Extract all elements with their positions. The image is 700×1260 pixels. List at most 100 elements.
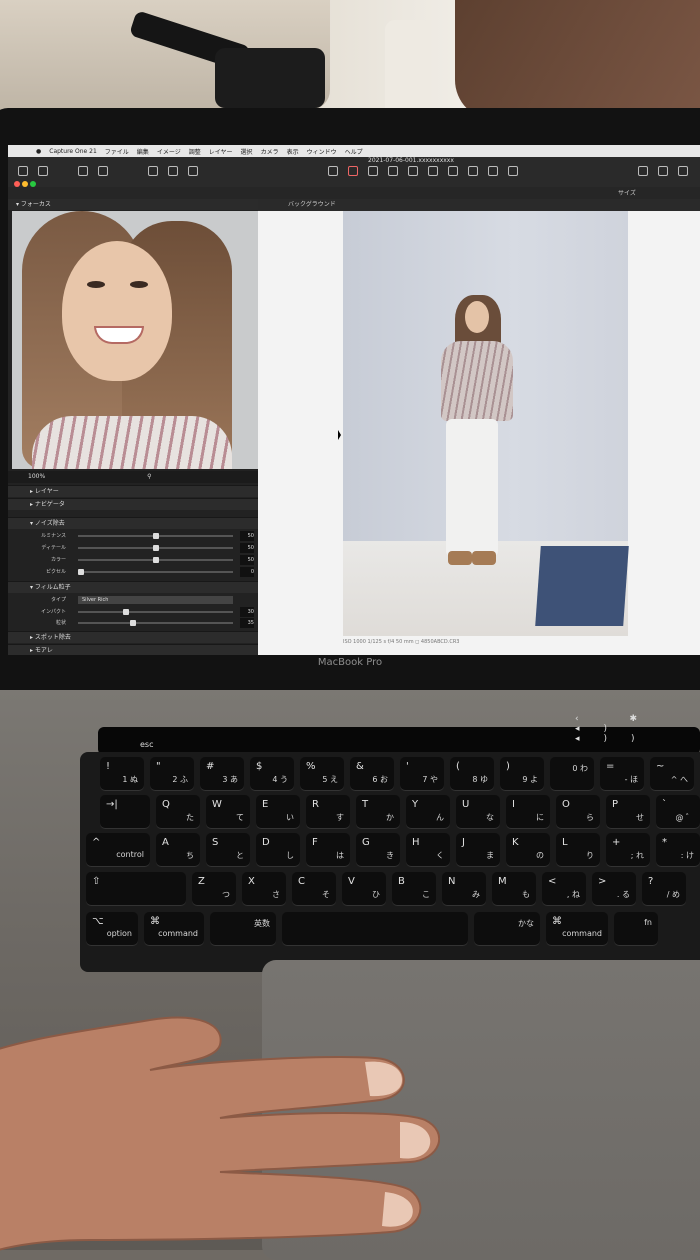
keyboard-key[interactable]: かな — [474, 912, 540, 946]
import-icon[interactable] — [18, 166, 28, 176]
keyboard-key[interactable]: Iに — [506, 795, 550, 829]
keyboard-key[interactable]: Gき — [356, 833, 400, 867]
export-icon[interactable] — [168, 166, 178, 176]
slider-value[interactable]: 50 — [240, 543, 254, 553]
keyboard-key[interactable]: Vひ — [342, 872, 386, 906]
slider-knob[interactable] — [152, 533, 159, 539]
image-viewer[interactable]: ISO 1000 1/125 s f/4 50 mm ◻ 4850ABCD.CR… — [258, 211, 700, 655]
menu-app[interactable]: Capture One 21 — [49, 148, 97, 155]
rotate-tool-icon[interactable] — [388, 166, 398, 176]
menu-image[interactable]: イメージ — [157, 147, 181, 156]
slider-value[interactable]: 35 — [240, 618, 254, 628]
keyboard-key[interactable]: Lり — [556, 833, 600, 867]
keyboard-key[interactable]: ~ ^ へ — [650, 757, 694, 791]
slider-track[interactable] — [78, 533, 233, 539]
slider-track[interactable] — [78, 620, 233, 626]
keyboard-key[interactable]: > . る — [592, 872, 636, 906]
keyboard-key[interactable]: ^ control — [86, 833, 150, 867]
redo-icon[interactable] — [98, 166, 108, 176]
warning-icon[interactable] — [678, 166, 688, 176]
keyboard-key[interactable]: 0 わ — [550, 757, 594, 791]
keyboard-key[interactable]: & 6 お — [350, 757, 394, 791]
keyboard-key[interactable]: (8 ゆ — [450, 757, 494, 791]
crop-tool-icon[interactable] — [368, 166, 378, 176]
menu-help[interactable]: ヘルプ — [345, 147, 363, 156]
keyboard-key[interactable]: < , ね — [542, 872, 586, 906]
keyboard-key[interactable]: + ; れ — [606, 833, 650, 867]
section-moire[interactable]: ▸ モアレ — [8, 644, 258, 655]
keyboard-key[interactable]: Wて — [206, 795, 250, 829]
keyboard-key[interactable]: Xさ — [242, 872, 286, 906]
brush-tool-icon[interactable] — [428, 166, 438, 176]
slider-knob[interactable] — [152, 557, 159, 563]
keyboard-key[interactable]: ⌘ command — [144, 912, 204, 946]
section-navigator[interactable]: ▸ ナビゲータ — [8, 498, 258, 510]
keyboard-key[interactable]: Nみ — [442, 872, 486, 906]
section-spot-removal[interactable]: ▸ スポット除去 — [8, 631, 258, 643]
slider-value[interactable]: 0 — [240, 567, 254, 577]
cursor-tool-icon[interactable] — [328, 166, 338, 176]
eraser-tool-icon[interactable] — [448, 166, 458, 176]
keyboard-key[interactable]: Yん — [406, 795, 450, 829]
keyboard-key[interactable]: " 2 ふ — [150, 757, 194, 791]
keyboard-key[interactable]: Tか — [356, 795, 400, 829]
undo-icon[interactable] — [78, 166, 88, 176]
keystone-tool-icon[interactable] — [408, 166, 418, 176]
keyboard-key[interactable]: →| — [100, 795, 150, 829]
menu-file[interactable]: ファイル — [105, 147, 129, 156]
film-grain-type-select[interactable]: Silver Rich — [78, 596, 233, 604]
menu-camera[interactable]: カメラ — [261, 147, 279, 156]
gradient-tool-icon[interactable] — [468, 166, 478, 176]
apple-icon[interactable]: ● — [36, 148, 41, 155]
zoom-level[interactable]: 100% — [28, 473, 45, 480]
background-label[interactable]: バックグラウンド — [288, 201, 336, 208]
keyboard-key[interactable]: Sと — [206, 833, 250, 867]
slider-value[interactable]: 50 — [240, 531, 254, 541]
keyboard-key[interactable]: Hく — [406, 833, 450, 867]
slider-knob[interactable] — [152, 545, 159, 551]
keyboard-key[interactable]: Fは — [306, 833, 350, 867]
keyboard-key[interactable]: ` @ ゛ — [656, 795, 700, 829]
keyboard-key[interactable]: ⇧ — [86, 872, 186, 906]
menu-adjust[interactable]: 調整 — [189, 147, 201, 156]
keyboard-key[interactable]: ⌘ command — [546, 912, 608, 946]
keyboard-key[interactable]: Dし — [256, 833, 300, 867]
keyboard-key[interactable]: fn — [614, 912, 658, 946]
magnifier-icon[interactable]: ⚲ — [147, 473, 151, 480]
focus-section-header[interactable]: ▾ フォーカス — [8, 199, 258, 210]
picker-tool-icon[interactable] — [488, 166, 498, 176]
keyboard-key[interactable]: Qた — [156, 795, 200, 829]
grid-view-icon[interactable] — [638, 166, 648, 176]
menu-view[interactable]: 表示 — [287, 147, 299, 156]
slider-value[interactable]: 50 — [240, 555, 254, 565]
keyboard-key[interactable]: #3 あ — [200, 757, 244, 791]
slider-knob[interactable] — [78, 569, 84, 575]
keyboard-key[interactable]: ? / め — [642, 872, 686, 906]
keyboard-key[interactable]: $4 う — [250, 757, 294, 791]
pan-tool-icon[interactable] — [348, 166, 358, 176]
slider-track[interactable] — [78, 557, 233, 563]
keyboard-key[interactable]: Aち — [156, 833, 200, 867]
section-film-grain[interactable]: ▾ フィルム粒子 — [8, 581, 258, 593]
esc-key[interactable]: esc — [140, 740, 154, 749]
menu-select[interactable]: 選択 — [241, 147, 253, 156]
keyboard-key[interactable]: ' 7 や — [400, 757, 444, 791]
keyboard-key[interactable]: ) 9 よ — [500, 757, 544, 791]
menu-layer[interactable]: レイヤー — [209, 147, 233, 156]
keyboard-key[interactable]: Cそ — [292, 872, 336, 906]
keyboard-key[interactable]: % 5 え — [300, 757, 344, 791]
menu-edit[interactable]: 編集 — [137, 147, 149, 156]
slider-track[interactable] — [78, 569, 233, 575]
keyboard-key[interactable]: Eい — [256, 795, 300, 829]
keyboard-key[interactable]: 英数 — [210, 912, 276, 946]
keyboard-key[interactable]: ⌥ option — [86, 912, 138, 946]
keyboard-key[interactable]: Uな — [456, 795, 500, 829]
menu-window[interactable]: ウィンドウ — [307, 147, 337, 156]
keyboard-key[interactable]: ! 1 ぬ — [100, 757, 144, 791]
compare-view-icon[interactable] — [658, 166, 668, 176]
keyboard-key[interactable]: Rす — [306, 795, 350, 829]
touchbar-controls[interactable]: ‹ ✱ ◂) ◂)) — [575, 714, 700, 744]
keyboard-key[interactable]: Mも — [492, 872, 536, 906]
annotate-tool-icon[interactable] — [508, 166, 518, 176]
keyboard-key[interactable]: Jま — [456, 833, 500, 867]
